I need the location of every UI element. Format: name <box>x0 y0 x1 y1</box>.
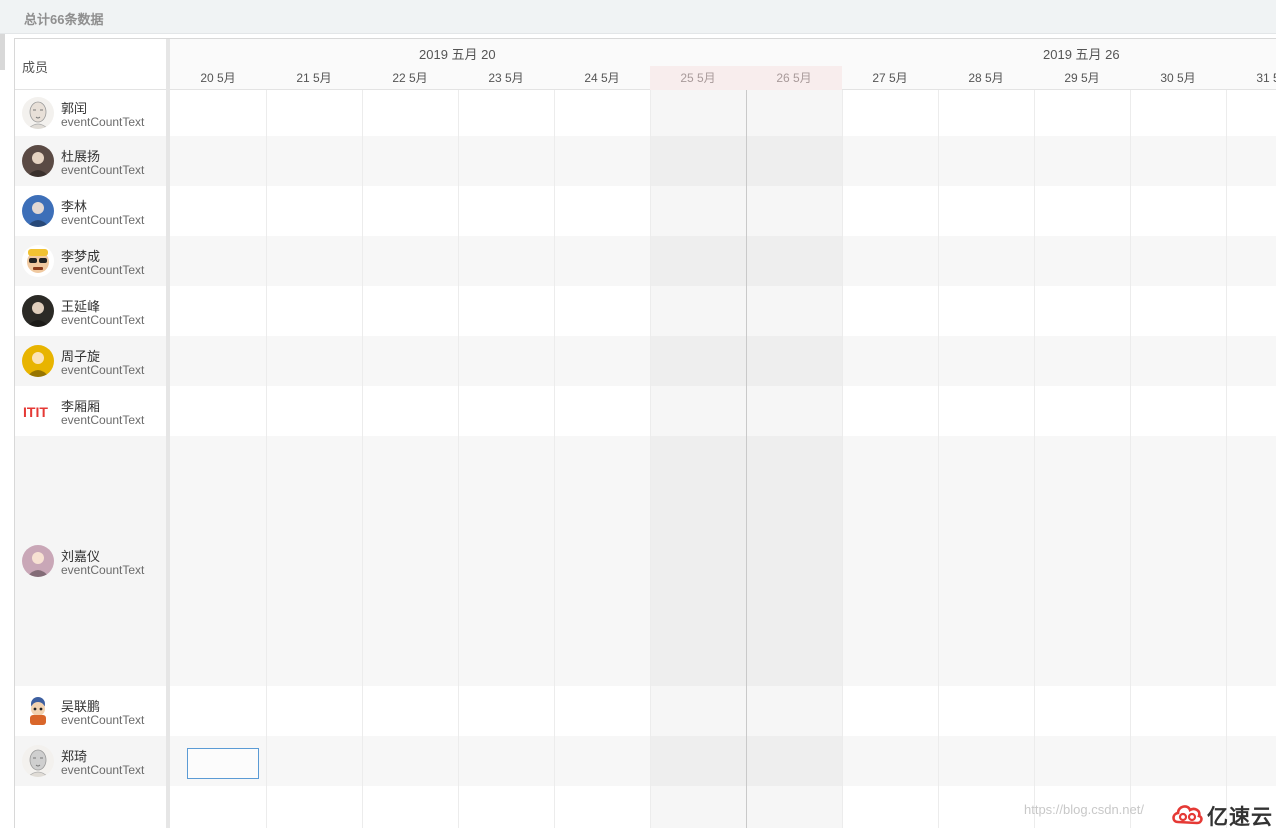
day-header-cell[interactable]: 25 5月 <box>650 66 746 90</box>
resource-row[interactable]: 周子旋 eventCountText <box>15 336 166 386</box>
day-header-cell[interactable]: 31 5月 <box>1226 66 1276 90</box>
day-header-cell[interactable]: 29 5月 <box>1034 66 1130 90</box>
svg-text:ITIT: ITIT <box>23 404 48 420</box>
day-header-cell[interactable]: 28 5月 <box>938 66 1034 90</box>
day-header-cell[interactable]: 21 5月 <box>266 66 362 90</box>
resource-row[interactable]: 郑琦 eventCountText <box>15 736 166 786</box>
cloud-logo-icon <box>1170 802 1204 828</box>
event-count-text: eventCountText <box>61 163 145 177</box>
event-count-text: eventCountText <box>61 413 145 427</box>
day-column-line <box>1130 90 1131 828</box>
watermark-text: https://blog.csdn.net/ <box>1024 802 1144 817</box>
event-count-text: eventCountText <box>61 363 145 377</box>
sketch-statue-avatar <box>22 745 54 777</box>
day-header-cell[interactable]: 24 5月 <box>554 66 650 90</box>
event-count-text: eventCountText <box>61 713 145 727</box>
event-count-text: eventCountText <box>61 115 145 129</box>
collapse-handle[interactable] <box>0 34 5 70</box>
weekend-column <box>650 90 746 828</box>
timeline: 2019 五月 20 2019 五月 26 20 5月 21 5月 22 5月 23 … <box>170 39 1276 828</box>
toolbar: 总计66条数据 <box>0 0 1276 34</box>
day-column-line <box>842 90 843 828</box>
current-time-line <box>746 90 747 828</box>
event-count-text: eventCountText <box>61 563 145 577</box>
timeline-body[interactable] <box>170 90 1276 828</box>
photo-avatar <box>22 145 54 177</box>
day-column-line <box>458 90 459 828</box>
brand-logo: 亿速云 <box>1170 801 1273 828</box>
resource-row[interactable]: 吴联鹏 eventCountText <box>15 686 166 736</box>
day-column-line <box>266 90 267 828</box>
brand-name: 亿速云 <box>1207 806 1273 828</box>
day-column-line <box>554 90 555 828</box>
scheduler: 成员 郭闰 eventCountText 杜展扬 eventCountText 李林 ev… <box>14 38 1276 828</box>
day-header-cell[interactable]: 26 5月 <box>746 66 842 90</box>
resource-row[interactable]: 李林 eventCountText <box>15 186 166 236</box>
event-count-text: eventCountText <box>61 763 145 777</box>
resource-row[interactable]: 刘嘉仪 eventCountText <box>15 436 166 686</box>
day-column-line <box>362 90 363 828</box>
resource-column-header[interactable]: 成员 <box>15 39 166 90</box>
dark-photo-avatar <box>22 295 54 327</box>
event-count-text: eventCountText <box>61 213 145 227</box>
resource-row[interactable]: 王延峰 eventCountText <box>15 286 166 336</box>
resource-panel: 成员 郭闰 eventCountText 杜展扬 eventCountText 李林 ev… <box>15 39 166 828</box>
drag-create-selection[interactable] <box>187 748 259 779</box>
itit-logo-avatar: ITIT <box>22 395 54 427</box>
day-column-line <box>650 90 651 828</box>
day-column-line <box>1034 90 1035 828</box>
day-header-cell[interactable]: 30 5月 <box>1130 66 1226 90</box>
selfie-avatar <box>22 545 54 577</box>
portrait-avatar <box>22 345 54 377</box>
day-column-line <box>1226 90 1227 828</box>
sky-photo-avatar <box>22 195 54 227</box>
day-header-cell[interactable]: 20 5月 <box>170 66 266 90</box>
cartoon-character-avatar <box>22 695 54 727</box>
day-column-line <box>938 90 939 828</box>
total-count-label: 总计66条数据 <box>24 12 104 27</box>
day-header-cell[interactable]: 23 5月 <box>458 66 554 90</box>
resource-row[interactable]: 李梦成 eventCountText <box>15 236 166 286</box>
day-header-cell[interactable]: 27 5月 <box>842 66 938 90</box>
week-label: 2019 五月 26 <box>1043 47 1120 62</box>
resource-row[interactable]: 杜展扬 eventCountText <box>15 136 166 186</box>
cartoon-sunglasses-avatar <box>22 245 54 277</box>
resource-row[interactable]: 郭闰 eventCountText <box>15 90 166 136</box>
event-count-text: eventCountText <box>61 313 145 327</box>
weekend-column <box>746 90 842 828</box>
resource-row[interactable]: ITIT 李厢厢 eventCountText <box>15 386 166 436</box>
event-count-text: eventCountText <box>61 263 145 277</box>
week-label: 2019 五月 20 <box>419 47 496 62</box>
sketch-face-avatar <box>22 97 54 129</box>
timeline-header: 2019 五月 20 2019 五月 26 20 5月 21 5月 22 5月 23 … <box>170 39 1276 90</box>
resource-column-title: 成员 <box>22 60 49 75</box>
day-header-cell[interactable]: 22 5月 <box>362 66 458 90</box>
